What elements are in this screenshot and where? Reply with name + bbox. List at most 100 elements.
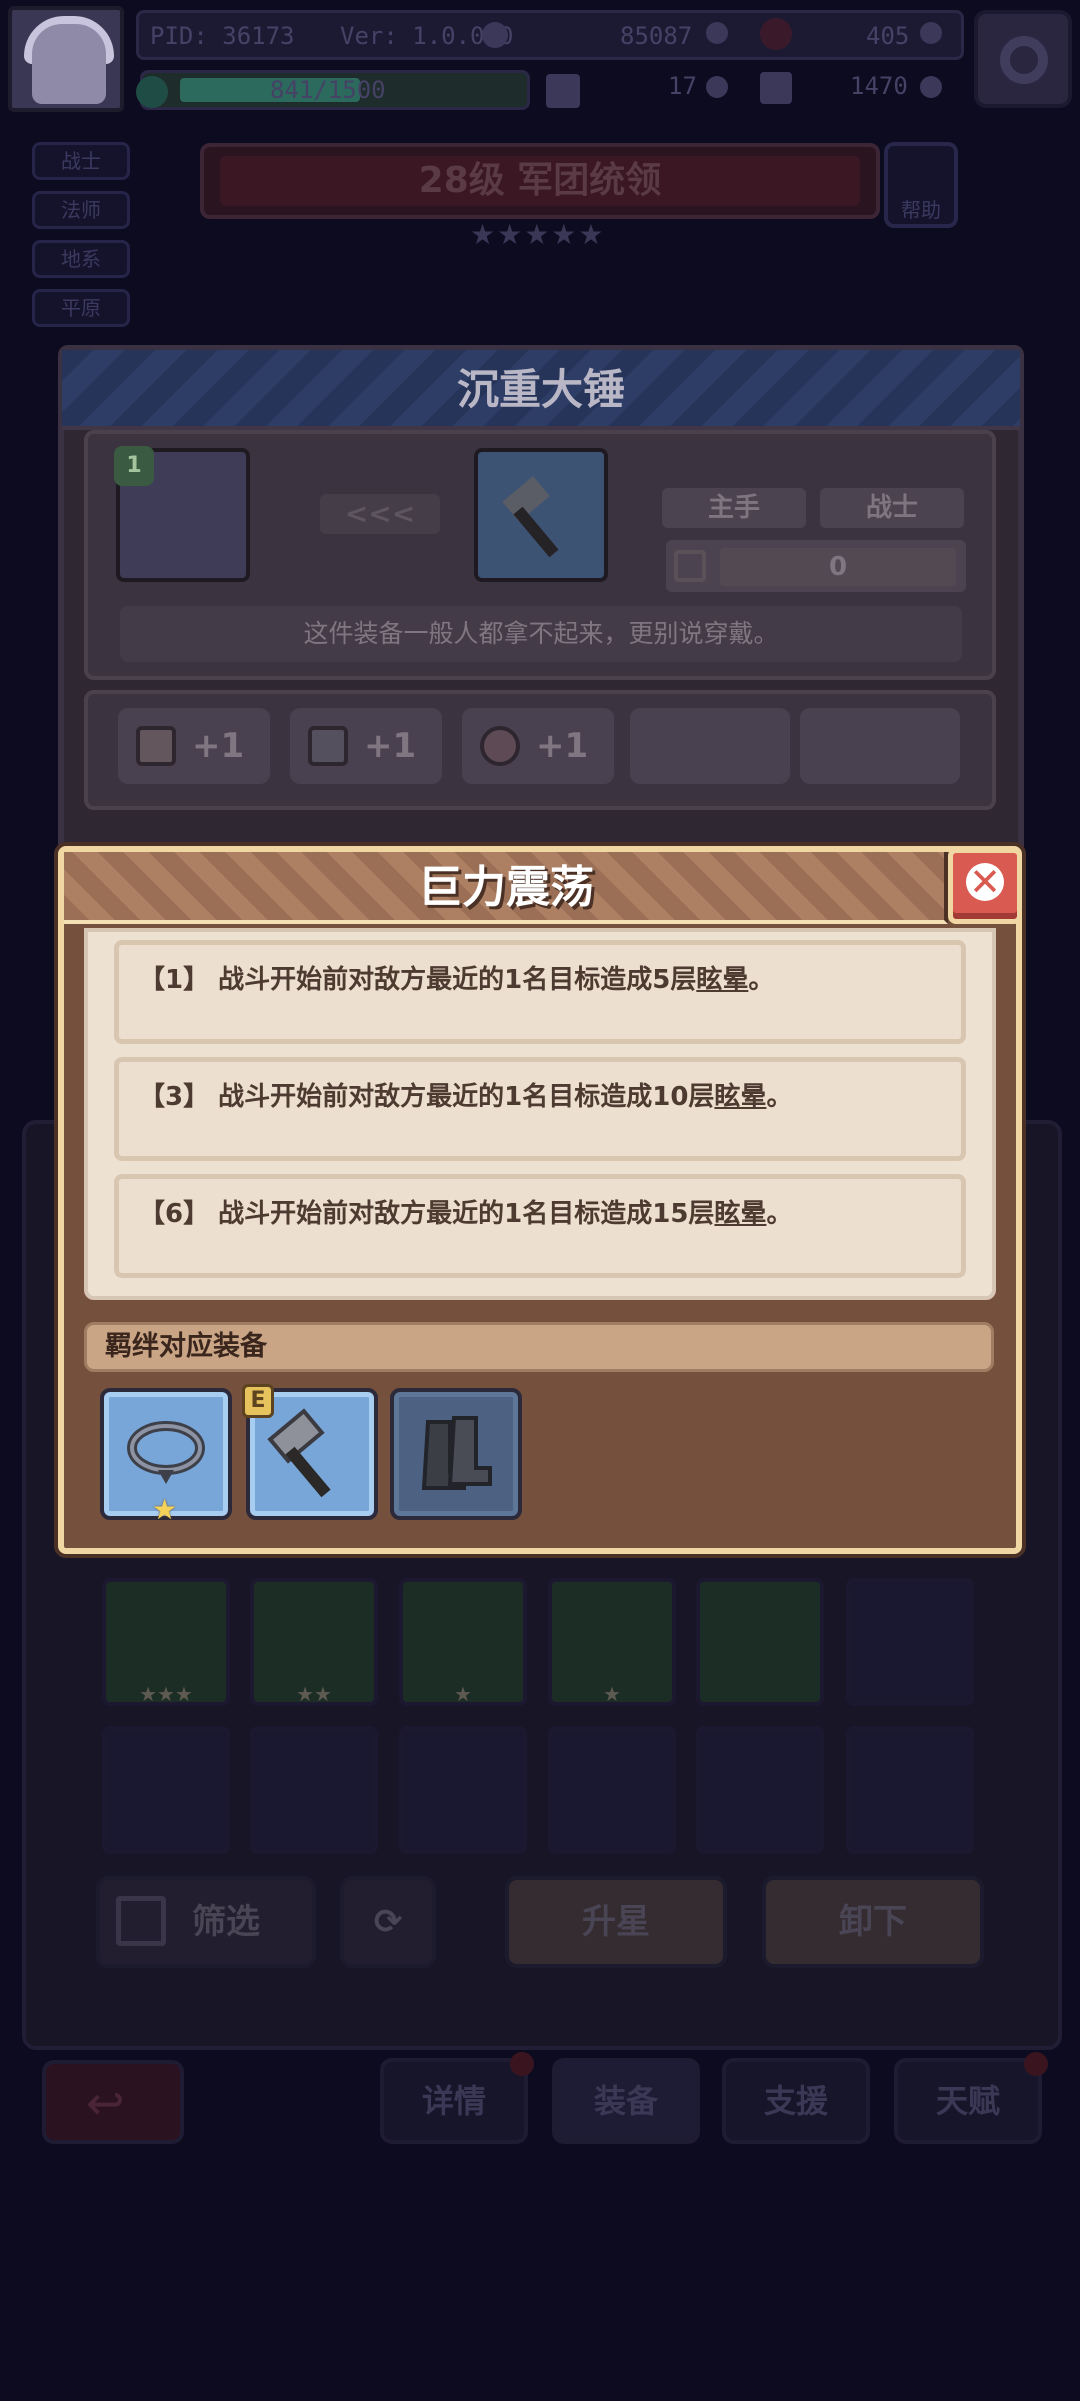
stat-intellect-value: +1 <box>364 726 417 766</box>
boots-icon <box>421 1416 492 1490</box>
bond-item-boots[interactable] <box>390 1388 522 1520</box>
grid-icon <box>116 1896 166 1946</box>
gear-icon <box>1000 36 1048 84</box>
gold-plus-icon[interactable] <box>706 22 728 44</box>
slot-stars: ★ <box>603 1682 621 1706</box>
help-label: 帮助 <box>901 198 941 222</box>
stat-strength-value: +1 <box>192 726 245 766</box>
popup-title: 巨力震荡 <box>418 862 594 913</box>
back-button[interactable]: ↩ <box>42 2060 184 2144</box>
bond-item-collar[interactable]: ★ <box>100 1388 232 1526</box>
transfer-arrows: <<< <box>320 494 440 534</box>
ruby-icon <box>760 18 792 50</box>
settings-button[interactable] <box>974 10 1072 108</box>
inventory-slot-dagger[interactable]: ★★★ <box>102 1578 230 1706</box>
stun-keyword[interactable]: 眩晕 <box>714 1082 766 1112</box>
inventory-slot-empty[interactable] <box>846 1726 974 1854</box>
puzzle-icon[interactable] <box>546 74 580 108</box>
slot-stars: ★ <box>454 1682 472 1706</box>
stat-empty <box>800 708 960 784</box>
power-icon <box>674 550 706 582</box>
help-button[interactable]: 帮助 <box>884 142 958 228</box>
xp-gem-icon <box>136 76 168 108</box>
upgrade-label: 升星 <box>582 1902 650 1942</box>
key-count: 17 <box>668 72 697 100</box>
unequip-button[interactable]: 卸下 <box>762 1876 984 1968</box>
inventory-slot-empty[interactable] <box>846 1578 974 1706</box>
effect-text: 【3】 战斗开始前对敌方最近的1名目标造成10层 <box>139 1082 715 1112</box>
tab-equipment[interactable]: 装备 <box>552 2058 700 2144</box>
bond-header: 羁绊对应装备 <box>84 1322 994 1372</box>
filter-label: 筛选 <box>192 1902 260 1942</box>
effect-text: 【6】 战斗开始前对敌方最近的1名目标造成15层 <box>139 1199 715 1229</box>
upgrade-star-button[interactable]: 升星 <box>505 1876 727 1968</box>
effect-suffix: 。 <box>766 1199 793 1229</box>
tab-talent-label: 天赋 <box>935 2082 1000 2120</box>
tab-equipment-label: 装备 <box>593 2082 658 2120</box>
inventory-slot-spear[interactable] <box>696 1578 824 1706</box>
hero-level-badge: 1 <box>114 446 154 486</box>
effect-tier-1: 【1】 战斗开始前对敌方最近的1名目标造成5层眩晕。 <box>114 940 966 1044</box>
inventory-slot-blade[interactable]: ★ <box>548 1578 676 1706</box>
rank-title: 28级 军团统领 <box>418 160 662 201</box>
effect-suffix: 。 <box>766 1082 793 1112</box>
stun-keyword[interactable]: 眩晕 <box>696 965 748 995</box>
shard-plus-icon[interactable] <box>920 76 942 98</box>
close-button[interactable]: ✕ <box>948 848 1022 924</box>
inventory-slot-sword[interactable]: ★★ <box>250 1578 378 1706</box>
book-icon <box>308 726 348 766</box>
bond-item-hammer[interactable]: E <box>242 1384 378 1520</box>
effect-tier-6: 【6】 战斗开始前对敌方最近的1名目标造成15层眩晕。 <box>114 1174 966 1278</box>
item-icon-slot[interactable] <box>474 448 608 582</box>
stat-intellect: +1 <box>290 708 442 784</box>
star-icon: ★ <box>152 1493 178 1526</box>
hammer-icon <box>502 476 559 558</box>
tab-talent[interactable]: 天赋 <box>894 2052 1048 2144</box>
stat-strength: +1 <box>118 708 270 784</box>
shard-icon <box>760 72 792 104</box>
player-avatar[interactable] <box>8 6 124 112</box>
inventory-slot-empty[interactable] <box>548 1726 676 1854</box>
refresh-button[interactable]: ⟳ <box>340 1876 436 1968</box>
strength-icon <box>136 726 176 766</box>
tab-support-label: 支援 <box>763 2082 828 2120</box>
tab-details[interactable]: 详情 <box>380 2052 534 2144</box>
notification-dot <box>510 2052 534 2076</box>
tab-details-label: 详情 <box>421 2082 486 2120</box>
side-tab-class[interactable]: 战士 <box>32 142 130 180</box>
inventory-slot-empty[interactable] <box>696 1726 824 1854</box>
heart-icon <box>480 726 520 766</box>
xp-label: 841/1500 <box>270 76 386 104</box>
bag-icon[interactable] <box>482 22 508 48</box>
shard-count: 1470 <box>850 72 908 100</box>
close-icon: ✕ <box>966 863 1004 901</box>
slot-type-tag: 主手 <box>662 488 806 528</box>
item-description: 这件装备一般人都拿不起来，更别说穿戴。 <box>120 606 962 662</box>
effect-tier-3: 【3】 战斗开始前对敌方最近的1名目标造成10层眩晕。 <box>114 1057 966 1161</box>
gem-plus-icon[interactable] <box>920 22 942 44</box>
inventory-slot-empty[interactable] <box>102 1726 230 1854</box>
item-name: 沉重大锤 <box>62 350 1020 430</box>
unequip-label: 卸下 <box>839 1902 907 1942</box>
inventory-slot-empty[interactable] <box>399 1726 527 1854</box>
tab-support[interactable]: 支援 <box>722 2058 870 2144</box>
side-tab-element[interactable]: 地系 <box>32 240 130 278</box>
stat-health-value: +1 <box>536 726 589 766</box>
equipped-badge: E <box>242 1384 274 1418</box>
side-tab-type[interactable]: 法师 <box>32 191 130 229</box>
effect-text: 【1】 战斗开始前对敌方最近的1名目标造成5层 <box>139 965 697 995</box>
key-plus-icon[interactable] <box>706 76 728 98</box>
gem-count: 405 <box>866 22 910 50</box>
inventory-slot-rapier[interactable]: ★ <box>399 1578 527 1706</box>
stun-keyword[interactable]: 眩晕 <box>714 1199 766 1229</box>
notification-dot <box>1024 2052 1048 2076</box>
slot-stars: ★★ <box>296 1682 332 1706</box>
gold-count: 85087 <box>620 22 693 50</box>
side-tab-terrain[interactable]: 平原 <box>32 289 130 327</box>
back-arrow-icon: ↩ <box>86 2076 125 2130</box>
stat-empty <box>630 708 790 784</box>
power-value: 0 <box>720 548 956 586</box>
stat-health: +1 <box>462 708 614 784</box>
inventory-slot-empty[interactable] <box>250 1726 378 1854</box>
refresh-icon: ⟳ <box>373 1902 403 1942</box>
